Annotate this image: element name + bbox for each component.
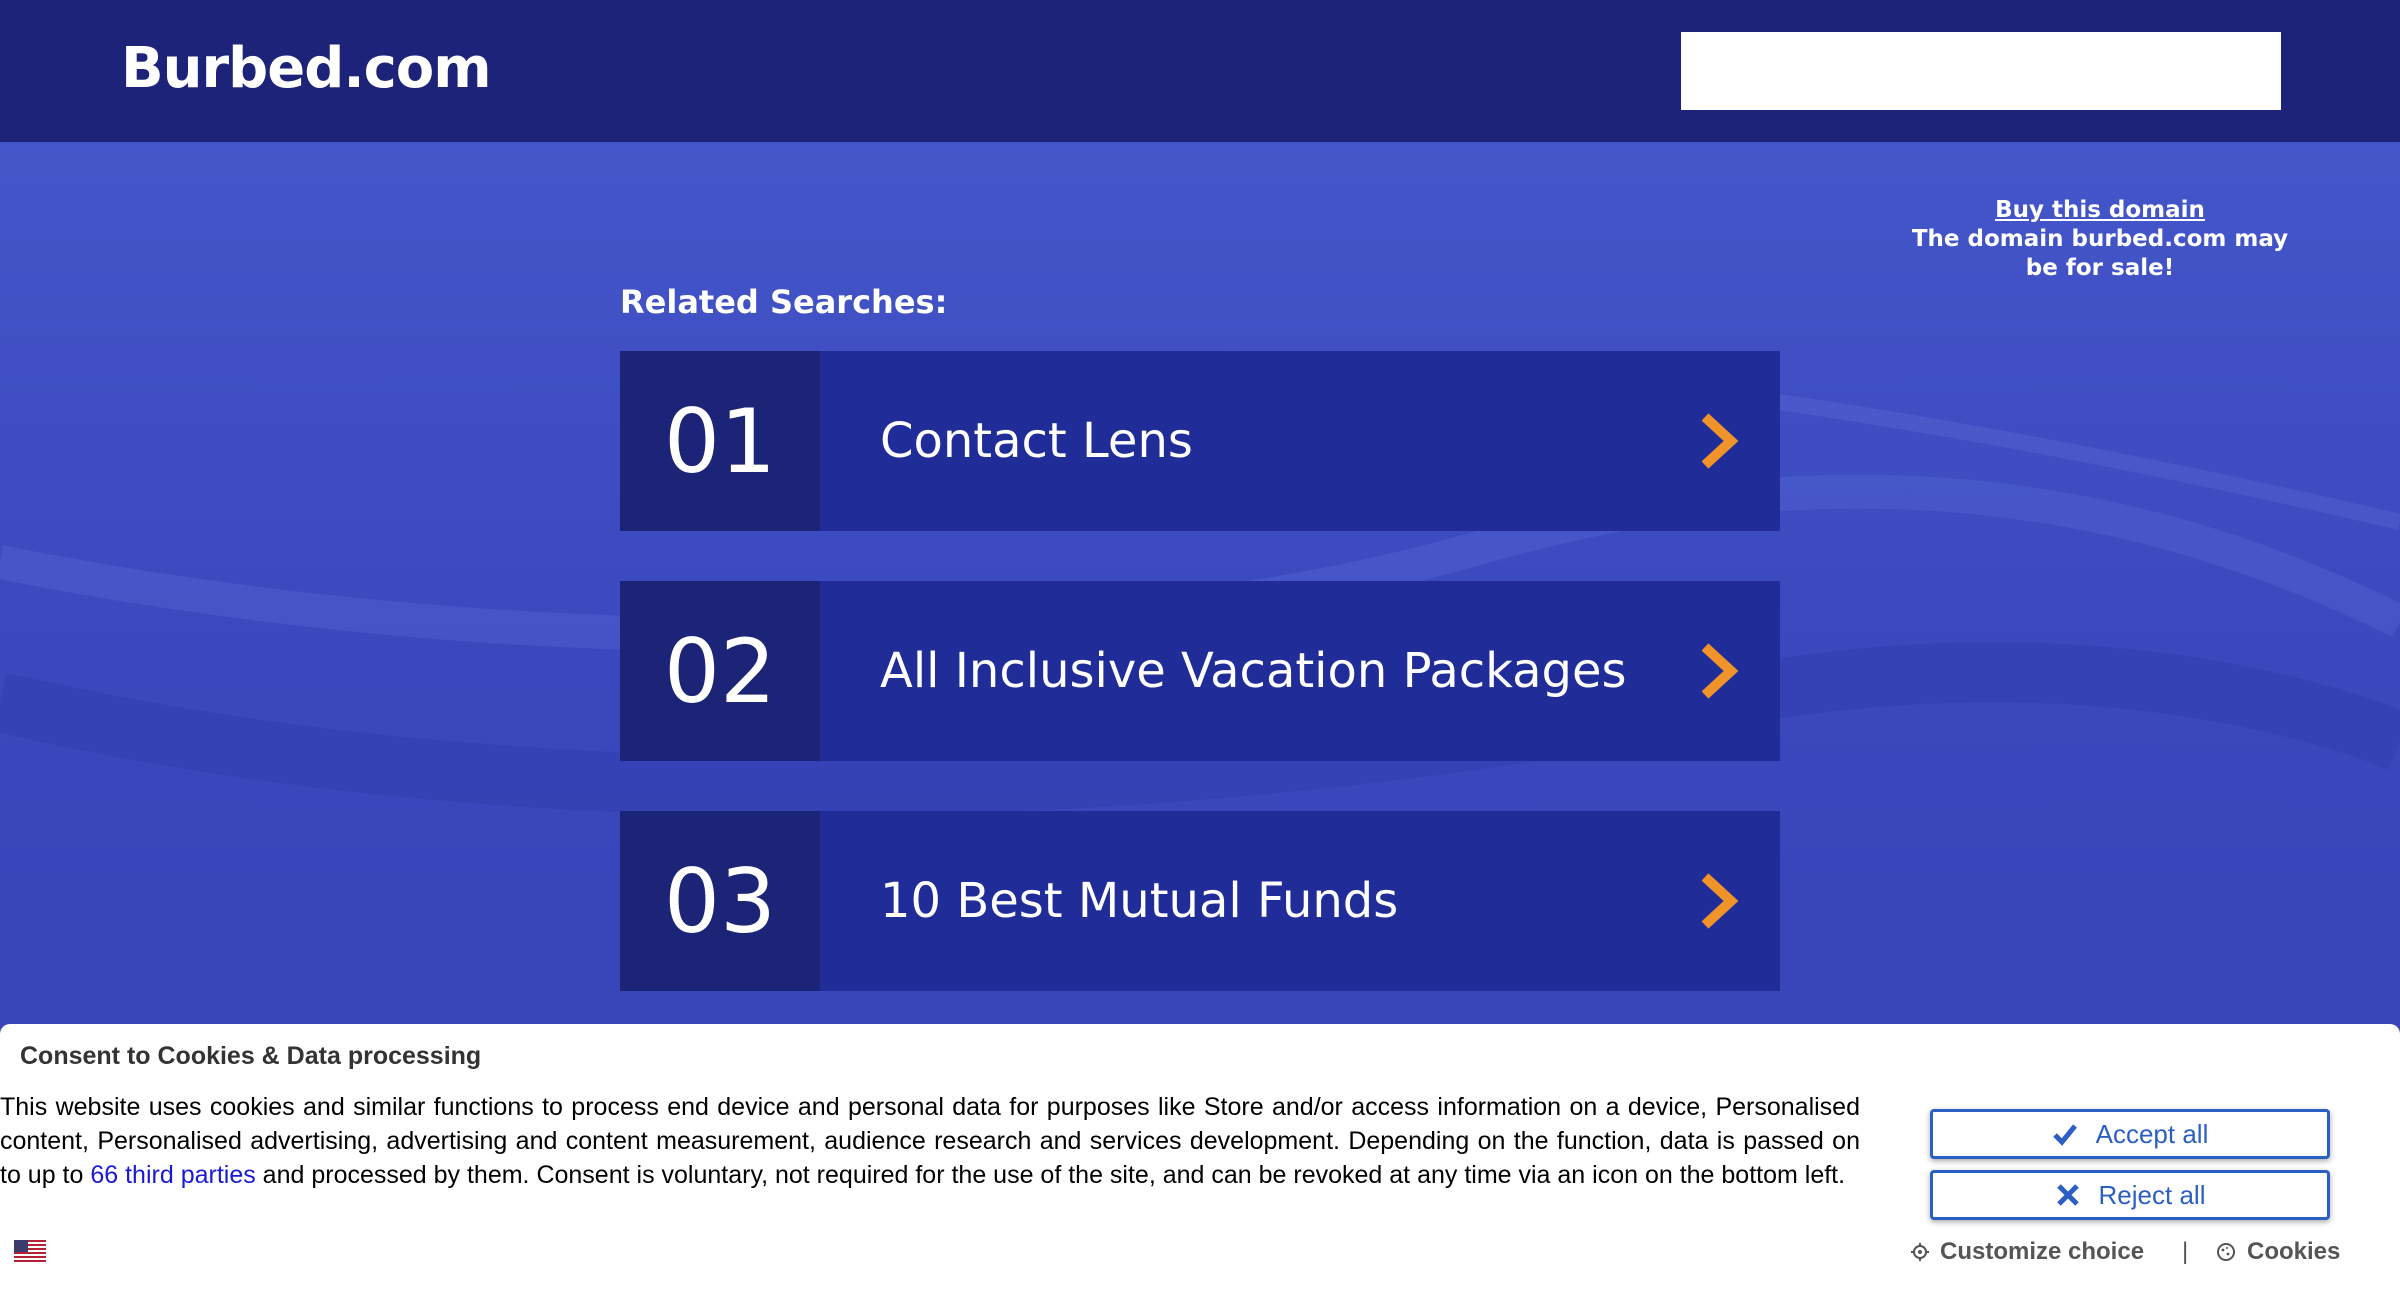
third-parties-link[interactable]: 66 third parties <box>90 1161 255 1189</box>
consent-title: Consent to Cookies & Data processing <box>20 1042 482 1070</box>
buy-domain-box: Buy this domain The domain burbed.com ma… <box>1900 196 2300 283</box>
chevron-right-icon <box>1701 873 1739 929</box>
checkmark-icon <box>2052 1124 2077 1146</box>
buy-domain-line1: The domain burbed.com may <box>1911 226 2289 252</box>
result-number: 03 <box>620 811 820 991</box>
site-logo[interactable]: Burbed.com <box>121 36 492 101</box>
search-input[interactable] <box>1681 32 2281 110</box>
related-searches-title: Related Searches: <box>620 283 948 321</box>
reject-all-button[interactable]: Reject all <box>1930 1170 2330 1220</box>
result-label: 10 Best Mutual Funds <box>880 873 1399 929</box>
chevron-right-icon <box>1701 643 1739 699</box>
consent-footer-links: Customize choice | Cookies <box>1910 1238 2350 1272</box>
chevron-right-icon <box>1701 413 1739 469</box>
accept-all-button[interactable]: Accept all <box>1930 1109 2330 1159</box>
cookie-icon <box>2217 1243 2235 1261</box>
accept-all-label: Accept all <box>2095 1118 2209 1149</box>
result-number: 01 <box>620 351 820 531</box>
consent-text: This website uses cookies and similar fu… <box>0 1090 1860 1192</box>
cookies-link[interactable]: Cookies <box>2215 1238 2340 1266</box>
buy-domain-link[interactable]: Buy this domain <box>1900 196 2300 225</box>
link-separator: | <box>2182 1238 2189 1265</box>
x-icon <box>2056 1184 2079 1206</box>
related-search-item[interactable]: 01 Contact Lens <box>620 351 1780 531</box>
related-search-item[interactable]: 03 10 Best Mutual Funds <box>620 811 1780 991</box>
customize-choice-link[interactable]: Customize choice <box>1910 1238 2144 1266</box>
customize-choice-label: Customize choice <box>1940 1238 2145 1265</box>
cookies-label: Cookies <box>2247 1238 2341 1265</box>
us-flag-icon[interactable] <box>14 1240 46 1262</box>
result-label: Contact Lens <box>880 413 1193 469</box>
result-number: 02 <box>620 581 820 761</box>
cookie-consent-banner: Consent to Cookies & Data processing Thi… <box>0 1024 2400 1298</box>
header: Burbed.com <box>0 0 2400 142</box>
consent-text-after: and processed by them. Consent is volunt… <box>255 1161 1846 1189</box>
result-label: All Inclusive Vacation Packages <box>880 643 1627 699</box>
gear-icon <box>1911 1243 1929 1261</box>
related-search-item[interactable]: 02 All Inclusive Vacation Packages <box>620 581 1780 761</box>
reject-all-label: Reject all <box>2098 1179 2206 1210</box>
buy-domain-line2: be for sale! <box>2025 255 2175 281</box>
